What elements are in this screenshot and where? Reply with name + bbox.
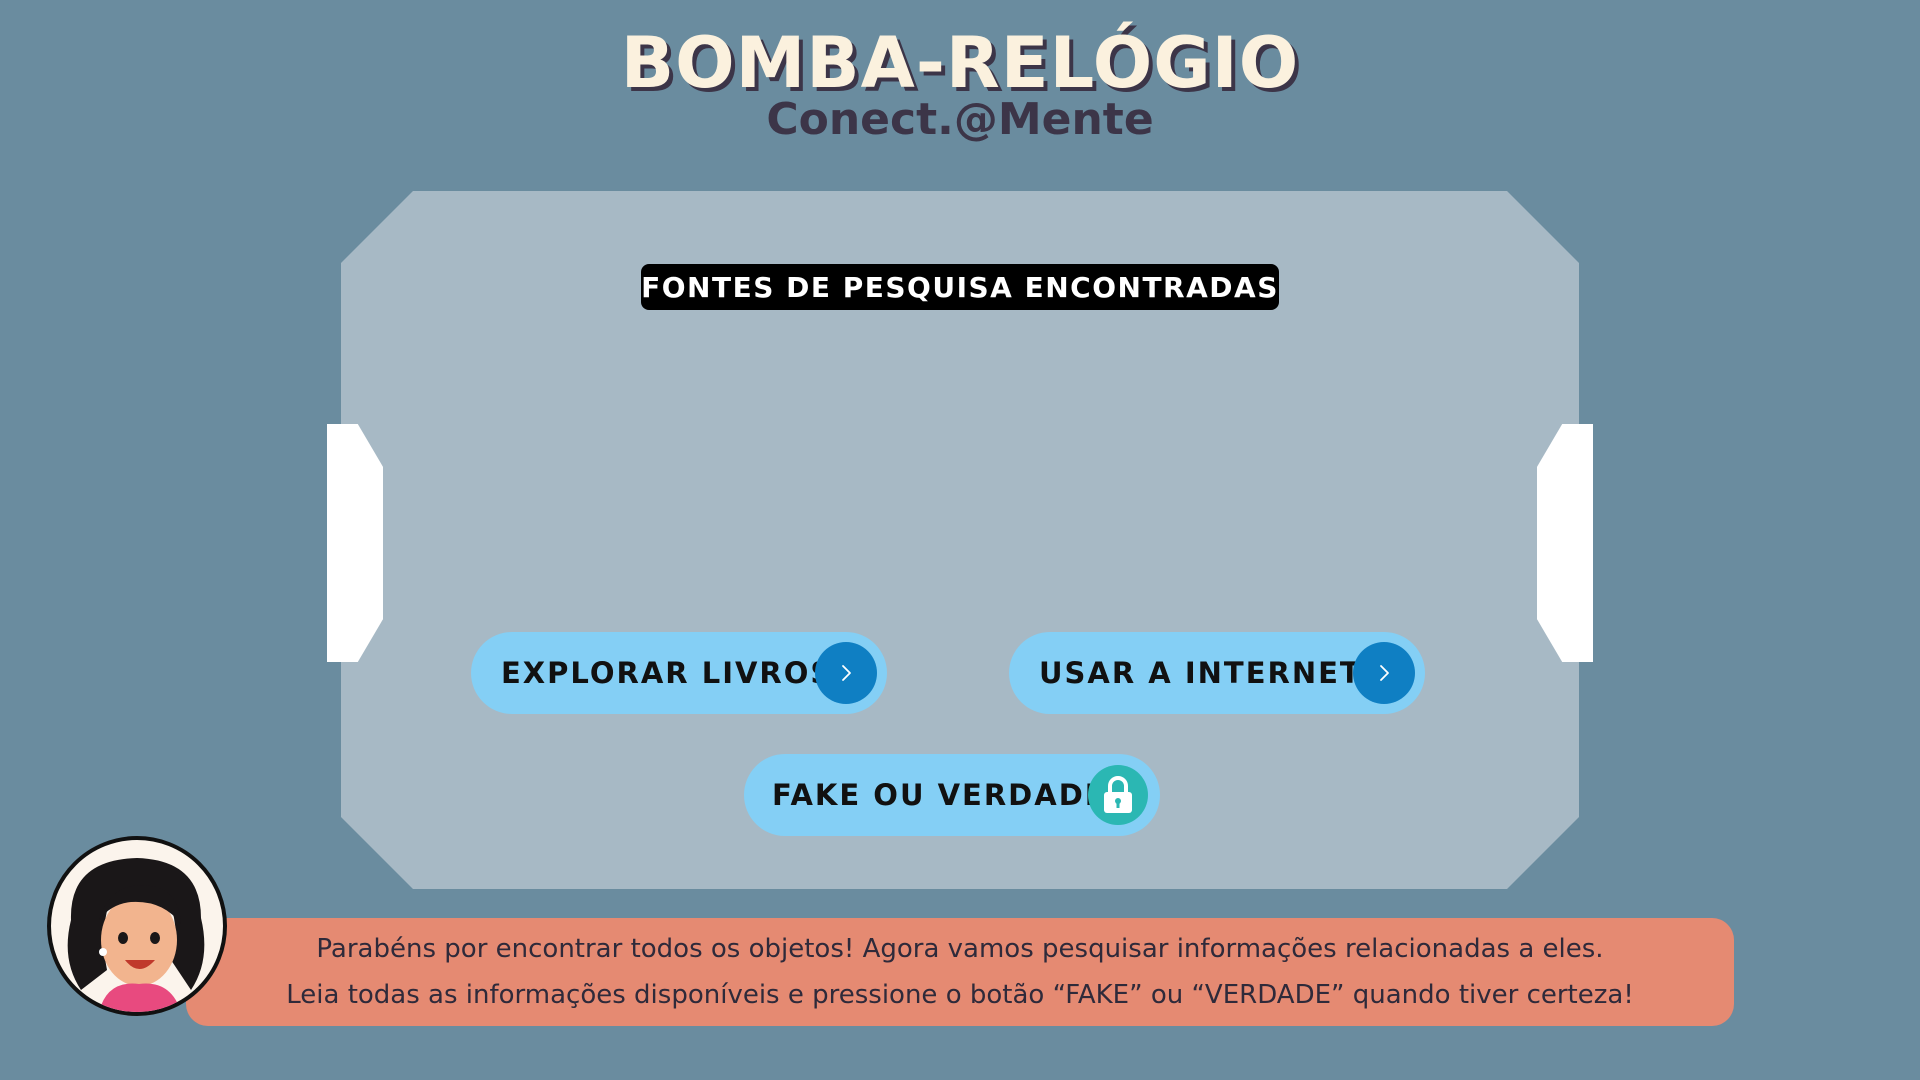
fake-or-true-label: FAKE OU VERDADE xyxy=(772,778,1107,812)
chevron-right-icon xyxy=(815,642,877,704)
explore-books-button[interactable]: EXPLORAR LIVROS xyxy=(471,632,887,714)
character-avatar xyxy=(47,836,227,1016)
section-label: FONTES DE PESQUISA ENCONTRADAS xyxy=(641,264,1279,310)
use-internet-label: USAR A INTERNET xyxy=(1039,656,1362,690)
right-side-tab xyxy=(1537,424,1593,662)
chevron-right-icon xyxy=(1353,642,1415,704)
fake-or-true-button[interactable]: FAKE OU VERDADE xyxy=(744,754,1160,836)
dialog-bubble: Parabéns por encontrar todos os objetos!… xyxy=(186,918,1734,1026)
left-side-tab xyxy=(327,424,383,662)
game-title: BOMBA-RELÓGIO xyxy=(620,22,1300,104)
use-internet-button[interactable]: USAR A INTERNET xyxy=(1009,632,1425,714)
dialog-line-2: Leia todas as informações disponíveis e … xyxy=(286,980,1634,1010)
game-subtitle: Conect.@Mente xyxy=(766,94,1154,145)
explore-books-label: EXPLORAR LIVROS xyxy=(501,656,834,690)
lock-icon xyxy=(1088,765,1148,825)
dialog-line-1: Parabéns por encontrar todos os objetos!… xyxy=(316,934,1604,964)
